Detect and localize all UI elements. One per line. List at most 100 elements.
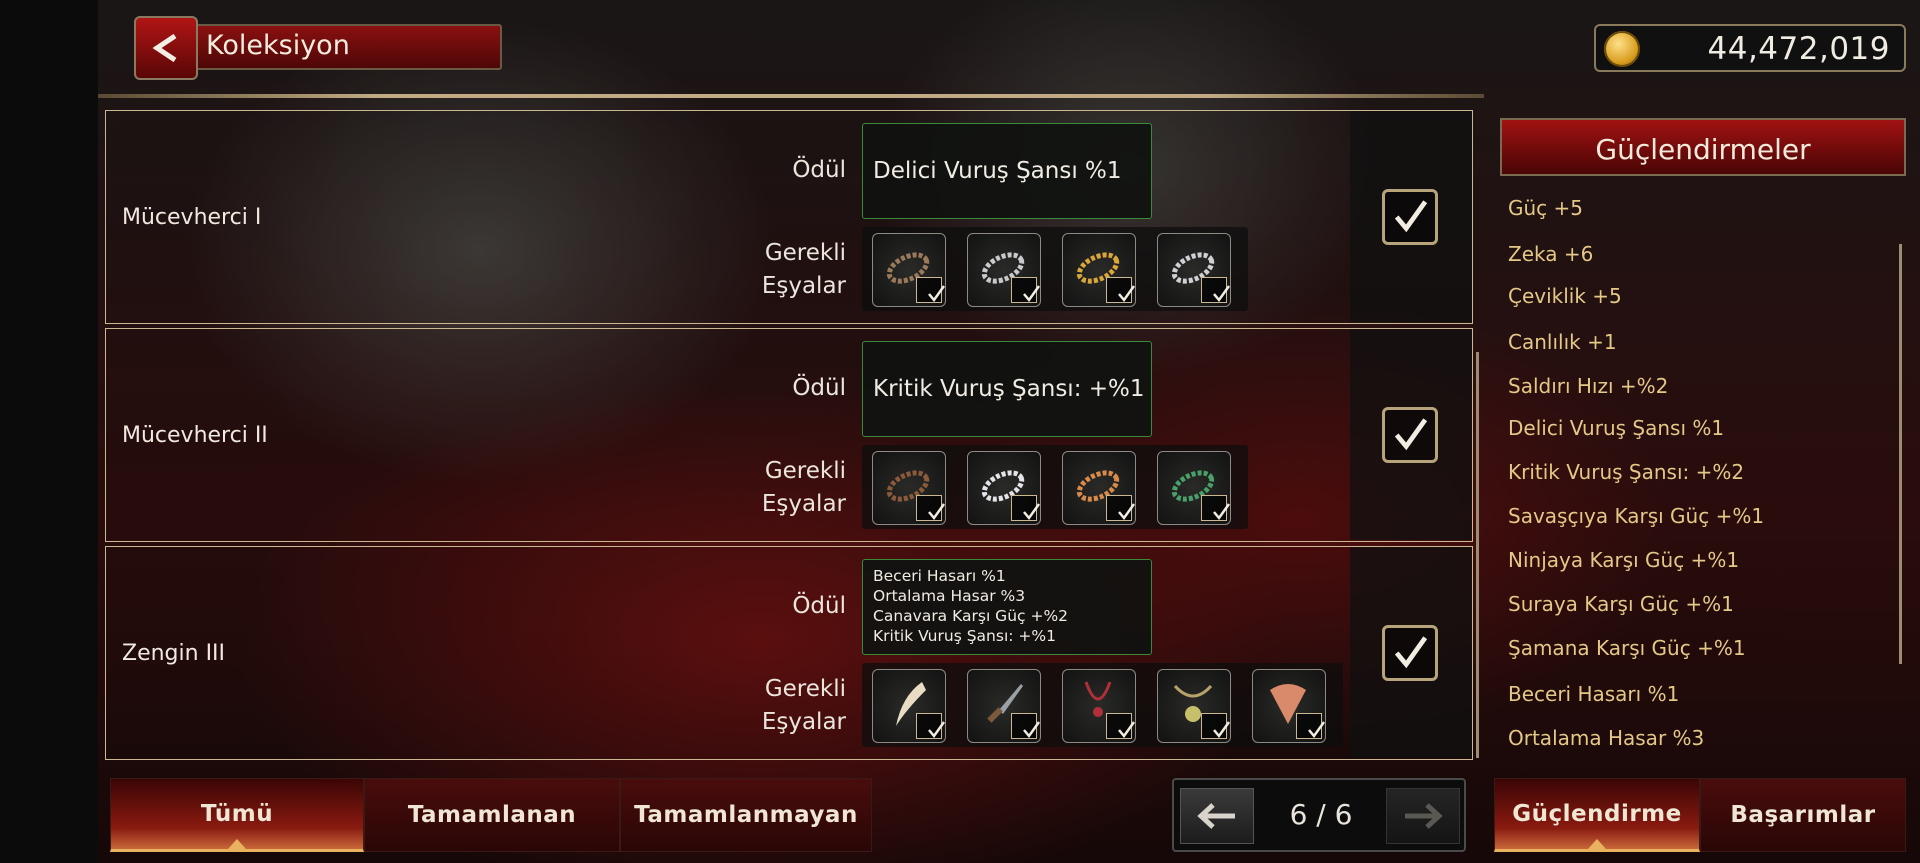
tab-incomplete-label: Tamamlanmayan: [634, 802, 858, 828]
tab-boosts[interactable]: Güçlendirme: [1494, 778, 1700, 852]
arrow-left-icon: [1197, 803, 1235, 829]
check-icon: [1106, 495, 1136, 521]
required-items: [862, 227, 1248, 311]
boosts-panel-header: Güçlendirmeler: [1500, 118, 1906, 176]
required-item[interactable]: [872, 233, 946, 307]
check-icon: [916, 713, 946, 739]
required-item[interactable]: [1252, 669, 1326, 743]
reward-text: Kritik Vuruş Şansı: +%1: [873, 376, 1145, 402]
required-item[interactable]: [1062, 233, 1136, 307]
required-item[interactable]: [967, 233, 1041, 307]
reward-text: Delici Vuruş Şansı %1: [873, 158, 1122, 184]
completed-check-icon: [1382, 625, 1438, 681]
collection-row: Mücevherci II Ödül Kritik Vuruş Şansı: +%1…: [105, 328, 1473, 542]
collection-name: Mücevherci II: [122, 423, 268, 448]
tab-incomplete[interactable]: Tamamlanmayan: [620, 778, 872, 852]
boost-item: Güç +5: [1508, 196, 1584, 220]
reward-line: Kritik Vuruş Şansı: +%1: [873, 627, 1056, 645]
required-label-line-1: Gerekli: [764, 676, 846, 702]
completed-check-icon: [1382, 407, 1438, 463]
required-label-line-2: Eşyalar: [761, 709, 846, 735]
check-icon: [916, 495, 946, 521]
check-icon: [1201, 495, 1231, 521]
required-item[interactable]: [872, 451, 946, 525]
check-icon: [1201, 713, 1231, 739]
list-scrollbar[interactable]: [1476, 352, 1479, 758]
collection-row: Mücevherci I Ödül Delici Vuruş Şansı %1 Ger…: [105, 110, 1473, 324]
collection-row: Zengin III Ödül Beceri Hasarı %1 Ortalama H…: [105, 546, 1473, 760]
reward-line: Canavara Karşı Güç +%2: [873, 607, 1069, 625]
completed-check-icon: [1382, 189, 1438, 245]
check-icon: [1011, 713, 1041, 739]
required-item[interactable]: [1062, 669, 1136, 743]
gold-counter: 44,472,019: [1594, 24, 1906, 72]
tab-all-label: Tümü: [200, 801, 274, 827]
boost-item: Savaşçıya Karşı Güç +%1: [1508, 504, 1765, 528]
header-back-plate: Koleksiyon: [134, 16, 504, 80]
header-divider: [98, 94, 1484, 98]
collection-status: [1350, 329, 1472, 540]
check-icon: [916, 277, 946, 303]
gold-coin-icon: [1604, 31, 1640, 67]
reward-box: Kritik Vuruş Şansı: +%1: [862, 341, 1152, 437]
required-items-label: Gerekli Eşyalar: [746, 673, 846, 739]
gold-amount: 44,472,019: [1707, 31, 1890, 67]
required-item[interactable]: [1157, 669, 1231, 743]
required-label-line-2: Eşyalar: [761, 273, 846, 299]
boost-item: Canlılık +1: [1508, 330, 1617, 354]
reward-label: Ödül: [792, 157, 846, 183]
collection-status: [1350, 547, 1472, 758]
tab-all[interactable]: Tümü: [110, 778, 364, 852]
page-title: Koleksiyon: [206, 30, 350, 61]
tab-achievements-label: Başarımlar: [1730, 802, 1876, 828]
prev-page-button[interactable]: [1180, 788, 1254, 844]
tab-boosts-label: Güçlendirme: [1512, 801, 1682, 827]
required-item[interactable]: [967, 669, 1041, 743]
boost-list: Güç +5 Zeka +6 Çeviklik +5 Canlılık +1 Saldı…: [1508, 196, 1898, 762]
check-icon: [1106, 713, 1136, 739]
page-indicator: 6 / 6: [1289, 798, 1353, 831]
collection-name: Zengin III: [122, 641, 226, 666]
boost-item: Kritik Vuruş Şansı: +%2: [1508, 460, 1745, 484]
check-icon: [1011, 277, 1041, 303]
required-items-label: Gerekli Eşyalar: [746, 237, 846, 303]
tab-achievements[interactable]: Başarımlar: [1700, 778, 1906, 852]
tab-completed[interactable]: Tamamlanan: [364, 778, 620, 852]
reward-line: Beceri Hasarı %1: [873, 567, 1006, 585]
boost-item: Ortalama Hasar %3: [1508, 726, 1705, 750]
back-button[interactable]: [134, 16, 198, 80]
required-items-label: Gerekli Eşyalar: [746, 455, 846, 521]
chevron-left-icon: [152, 33, 177, 63]
arrow-right-icon: [1405, 803, 1443, 829]
reward-box: Delici Vuruş Şansı %1: [862, 123, 1152, 219]
boost-list-scrollbar[interactable]: [1899, 244, 1902, 664]
check-icon: [1011, 495, 1041, 521]
required-items: [862, 663, 1343, 747]
required-label-line-2: Eşyalar: [761, 491, 846, 517]
required-label-line-1: Gerekli: [764, 458, 846, 484]
boost-item: Şamana Karşı Güç +%1: [1508, 636, 1746, 660]
boosts-panel-title: Güçlendirmeler: [1595, 133, 1811, 166]
boost-item: Suraya Karşı Güç +%1: [1508, 592, 1734, 616]
required-item[interactable]: [1157, 451, 1231, 525]
boost-item: Delici Vuruş Şansı %1: [1508, 416, 1725, 440]
reward-label: Ödül: [792, 593, 846, 619]
required-item[interactable]: [1157, 233, 1231, 307]
collection-status: [1350, 111, 1472, 322]
boost-item: Beceri Hasarı %1: [1508, 682, 1680, 706]
boost-item: Çeviklik +5: [1508, 284, 1622, 308]
required-label-line-1: Gerekli: [764, 240, 846, 266]
tab-completed-label: Tamamlanan: [407, 802, 577, 828]
reward-box: Beceri Hasarı %1 Ortalama Hasar %3 Canavar…: [862, 559, 1152, 655]
pager: 6 / 6: [1172, 778, 1466, 852]
check-icon: [1106, 277, 1136, 303]
required-item[interactable]: [967, 451, 1041, 525]
required-item[interactable]: [872, 669, 946, 743]
boost-item: Saldırı Hızı +%2: [1508, 374, 1669, 398]
check-icon: [1296, 713, 1326, 739]
left-shade: [0, 0, 98, 863]
boost-item: Zeka +6: [1508, 242, 1594, 266]
next-page-button[interactable]: [1386, 788, 1460, 844]
required-item[interactable]: [1062, 451, 1136, 525]
reward-text: Beceri Hasarı %1 Ortalama Hasar %3 Canavar…: [873, 566, 1068, 646]
